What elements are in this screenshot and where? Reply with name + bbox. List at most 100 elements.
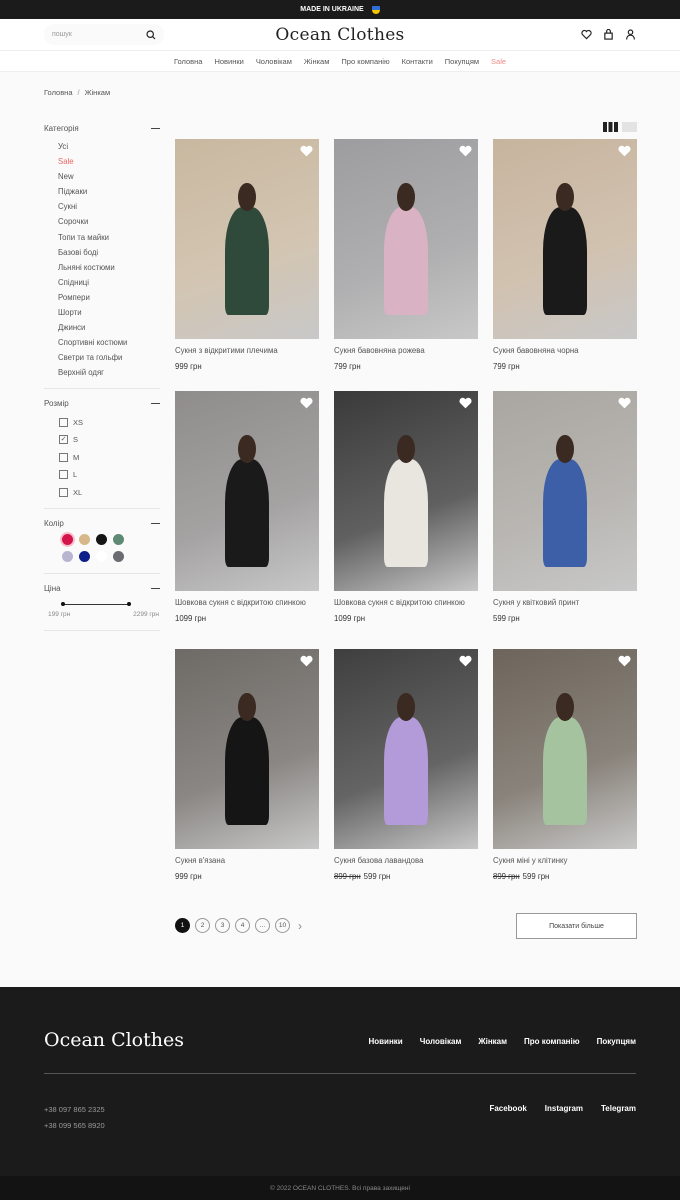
category-item[interactable]: Сукні [44, 199, 160, 214]
product-card[interactable]: Сукня бавовняна чорна 799 грн [493, 139, 637, 391]
category-item[interactable]: Топи та майки [44, 230, 160, 245]
product-image[interactable] [493, 649, 637, 849]
product-card[interactable]: Сукня міні у клітинку 899 грн 599 грн [493, 649, 637, 901]
favorite-heart-icon[interactable] [300, 655, 313, 667]
category-item[interactable]: Усі [44, 139, 160, 154]
product-name[interactable]: Сукня у квітковий принт [493, 598, 637, 608]
category-header[interactable]: Категорія [44, 122, 160, 135]
size-option-xs[interactable]: XS [44, 414, 160, 432]
wishlist-heart-icon[interactable] [581, 29, 592, 40]
product-image[interactable] [334, 139, 478, 339]
color-swatch[interactable] [113, 534, 124, 545]
footer-link[interactable]: Новинки [368, 1037, 402, 1046]
category-item[interactable]: Базові боді [44, 245, 160, 260]
cart-bag-icon[interactable] [603, 29, 614, 40]
category-item[interactable]: Светри та гольфи [44, 350, 160, 365]
category-item[interactable]: New [44, 169, 160, 184]
category-item[interactable]: Сорочки [44, 214, 160, 229]
product-name[interactable]: Сукня бавовняна рожева [334, 346, 478, 356]
nav-buyers[interactable]: Покупцям [445, 57, 479, 66]
phone-2[interactable]: +38 099 565 8920 [44, 1118, 105, 1134]
user-account-icon[interactable] [625, 29, 636, 40]
product-card[interactable]: Шовкова сукня с відкритою спинкою 1099 гр… [334, 391, 478, 649]
footer-logo[interactable]: Ocean Clothes [44, 1029, 184, 1051]
favorite-heart-icon[interactable] [300, 397, 313, 409]
slider-min-handle[interactable] [61, 602, 65, 606]
social-link-instagram[interactable]: Instagram [545, 1104, 583, 1113]
color-swatch[interactable] [79, 534, 90, 545]
product-card[interactable]: Шовкова сукня с відкритою спинкою 1099 гр… [175, 391, 319, 649]
product-card[interactable]: Сукня в'язана 999 грн [175, 649, 319, 901]
nav-about[interactable]: Про компанію [341, 57, 389, 66]
breadcrumb-home[interactable]: Головна [44, 88, 73, 97]
product-name[interactable]: Сукня базова лавандова [334, 856, 478, 866]
color-swatch[interactable] [96, 534, 107, 545]
social-link-facebook[interactable]: Facebook [489, 1104, 526, 1113]
size-option-l[interactable]: L [44, 466, 160, 484]
footer-link[interactable]: Чоловікам [420, 1037, 462, 1046]
checkbox[interactable] [59, 487, 68, 497]
checkbox[interactable] [59, 417, 68, 427]
product-image[interactable] [334, 391, 478, 591]
category-item[interactable]: Джинси [44, 320, 160, 335]
product-name[interactable]: Шовкова сукня с відкритою спинкою [334, 598, 478, 608]
logo[interactable]: Ocean Clothes [0, 25, 680, 45]
favorite-heart-icon[interactable] [459, 397, 472, 409]
category-item[interactable]: Спортивні костюми [44, 335, 160, 350]
category-item[interactable]: Шорти [44, 305, 160, 320]
category-item[interactable]: Спідниці [44, 275, 160, 290]
color-swatch[interactable] [96, 551, 107, 562]
favorite-heart-icon[interactable] [459, 655, 472, 667]
nav-new[interactable]: Новинки [214, 57, 243, 66]
size-option-s[interactable]: ✓ S [44, 431, 160, 449]
product-image[interactable] [334, 649, 478, 849]
checkbox[interactable]: ✓ [59, 435, 68, 445]
page-3[interactable]: 3 [215, 918, 230, 933]
social-link-telegram[interactable]: Telegram [601, 1104, 636, 1113]
nav-contacts[interactable]: Контакти [402, 57, 433, 66]
checkbox[interactable] [59, 452, 68, 462]
favorite-heart-icon[interactable] [618, 145, 631, 157]
size-header[interactable]: Розмір [44, 397, 160, 410]
phone-1[interactable]: +38 097 865 2325 [44, 1102, 105, 1118]
category-item[interactable]: Льняні костюми [44, 260, 160, 275]
footer-link[interactable]: Про компанію [524, 1037, 580, 1046]
slider-max-handle[interactable] [127, 602, 131, 606]
size-option-m[interactable]: M [44, 449, 160, 467]
page-4[interactable]: 4 [235, 918, 250, 933]
product-card[interactable]: Сукня у квітковий принт 599 грн [493, 391, 637, 649]
product-name[interactable]: Сукня з відкритими плечима [175, 346, 319, 356]
collapse-icon[interactable] [151, 128, 160, 129]
show-more-button[interactable]: Показати більше [516, 913, 637, 939]
color-swatch[interactable] [113, 551, 124, 562]
page-10[interactable]: 10 [275, 918, 290, 933]
favorite-heart-icon[interactable] [618, 397, 631, 409]
nav-men[interactable]: Чоловікам [256, 57, 292, 66]
product-card[interactable]: Сукня з відкритими плечима 999 грн [175, 139, 319, 391]
grid-view-icon[interactable] [603, 122, 618, 132]
product-name[interactable]: Сукня міні у клітинку [493, 856, 637, 866]
product-image[interactable] [175, 391, 319, 591]
product-name[interactable]: Сукня бавовняна чорна [493, 346, 637, 356]
product-card[interactable]: Сукня бавовняна рожева 799 грн [334, 139, 478, 391]
product-name[interactable]: Шовкова сукня с відкритою спинкою [175, 598, 319, 608]
checkbox[interactable] [59, 470, 68, 480]
collapse-icon[interactable] [151, 588, 160, 589]
nav-home[interactable]: Головна [174, 57, 203, 66]
nav-women[interactable]: Жінкам [304, 57, 330, 66]
category-item[interactable]: Ромпери [44, 290, 160, 305]
product-card[interactable]: Сукня базова лавандова 899 грн 599 грн [334, 649, 478, 901]
category-item[interactable]: Верхній одяг [44, 365, 160, 380]
product-name[interactable]: Сукня в'язана [175, 856, 319, 866]
color-swatch[interactable] [62, 551, 73, 562]
product-image[interactable] [493, 139, 637, 339]
category-item[interactable]: Sale [44, 154, 160, 169]
nav-sale[interactable]: Sale [491, 57, 506, 66]
color-swatch[interactable] [79, 551, 90, 562]
price-range-slider[interactable] [48, 599, 156, 611]
page-2[interactable]: 2 [195, 918, 210, 933]
product-image[interactable] [175, 649, 319, 849]
color-swatch[interactable] [62, 534, 73, 545]
favorite-heart-icon[interactable] [459, 145, 472, 157]
footer-link[interactable]: Жінкам [478, 1037, 507, 1046]
